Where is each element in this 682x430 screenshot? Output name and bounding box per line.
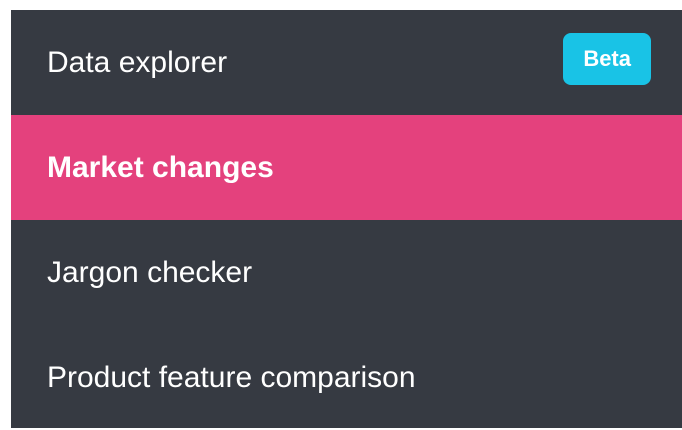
menu-item-product-feature-comparison[interactable]: Product feature comparison: [11, 325, 682, 430]
menu-item-label: Data explorer: [47, 45, 228, 79]
menu-item-jargon-checker[interactable]: Jargon checker: [11, 220, 682, 325]
beta-badge: Beta: [563, 33, 651, 85]
menu-item-data-explorer[interactable]: Data explorer Beta: [11, 10, 682, 115]
menu-item-label: Market changes: [47, 150, 274, 184]
sidebar-menu: Data explorer Beta Market changes Jargon…: [11, 10, 682, 428]
menu-item-label: Product feature comparison: [47, 360, 416, 394]
menu-item-label: Jargon checker: [47, 255, 253, 289]
menu-item-market-changes[interactable]: Market changes: [11, 115, 682, 220]
